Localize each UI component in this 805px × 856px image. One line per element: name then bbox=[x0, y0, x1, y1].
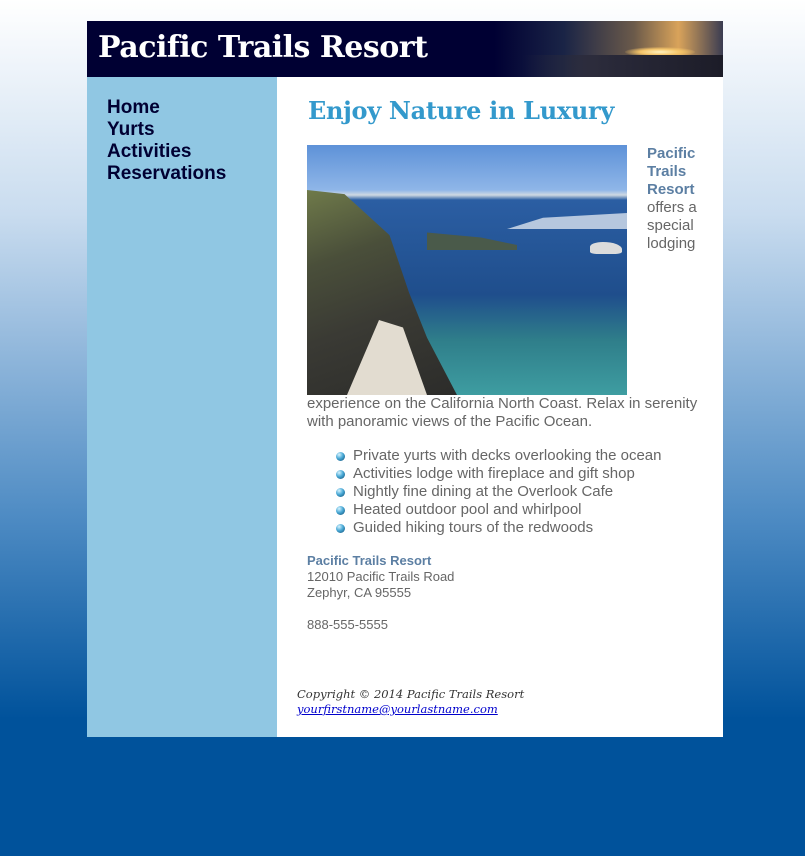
photo-rock bbox=[590, 242, 622, 254]
page-footer: Copyright © 2014 Pacific Trails Resort y… bbox=[297, 687, 524, 717]
nav-yurts-link[interactable]: Yurts bbox=[107, 119, 277, 141]
feature-text: Nightly fine dining at the Overlook Cafe bbox=[353, 483, 614, 500]
feature-text: Activities lodge with fireplace and gift… bbox=[353, 465, 635, 482]
list-item: Guided hiking tours of the redwoods bbox=[333, 519, 703, 537]
features-list: Private yurts with decks overlooking the… bbox=[333, 447, 703, 537]
site-header: Pacific Trails Resort bbox=[87, 21, 723, 77]
feature-text: Heated outdoor pool and whirlpool bbox=[353, 501, 582, 518]
copyright-text: Copyright © 2014 Pacific Trails Resort bbox=[297, 687, 525, 701]
feature-text: Private yurts with decks overlooking the… bbox=[353, 447, 662, 464]
bullet-icon bbox=[336, 470, 345, 479]
page-heading: Enjoy Nature in Luxury bbox=[308, 96, 615, 125]
main-nav: Home Yurts Activities Reservations bbox=[107, 97, 277, 185]
nav-activities-link[interactable]: Activities bbox=[107, 141, 277, 163]
bullet-icon bbox=[336, 506, 345, 515]
bullet-icon bbox=[336, 488, 345, 497]
photo-headland bbox=[427, 232, 517, 250]
list-item: Heated outdoor pool and whirlpool bbox=[333, 501, 703, 519]
intro-brand-name: Pacific Trails Resort bbox=[647, 145, 696, 198]
list-item: Nightly fine dining at the Overlook Cafe bbox=[333, 483, 703, 501]
contact-street: 12010 Pacific Trails Road bbox=[307, 569, 455, 584]
nav-reservations-link[interactable]: Reservations bbox=[107, 163, 277, 185]
photo-haze bbox=[507, 213, 627, 229]
contact-city: Zephyr, CA 95555 bbox=[307, 585, 412, 600]
contact-info: Pacific Trails Resort 12010 Pacific Trai… bbox=[307, 553, 454, 633]
coast-photo bbox=[307, 145, 627, 395]
intro-paragraph: Pacific Trails Resort offers a special l… bbox=[307, 145, 703, 431]
list-item: Activities lodge with fireplace and gift… bbox=[333, 465, 703, 483]
horizon-graphic bbox=[523, 55, 723, 77]
page-wrapper: Pacific Trails Resort Home Yurts Activit… bbox=[87, 21, 723, 737]
bullet-icon bbox=[336, 452, 345, 461]
nav-home-link[interactable]: Home bbox=[107, 97, 277, 119]
site-title: Pacific Trails Resort bbox=[98, 30, 428, 65]
email-link[interactable]: yourfirstname@yourlastname.com bbox=[297, 702, 498, 716]
feature-text: Guided hiking tours of the redwoods bbox=[353, 519, 594, 536]
contact-name: Pacific Trails Resort bbox=[307, 553, 432, 568]
list-item: Private yurts with decks overlooking the… bbox=[333, 447, 703, 465]
contact-phone: 888-555-5555 bbox=[307, 617, 388, 632]
main-content: Enjoy Nature in Luxury Pacific Trails Re… bbox=[277, 77, 723, 737]
bullet-icon bbox=[336, 524, 345, 533]
